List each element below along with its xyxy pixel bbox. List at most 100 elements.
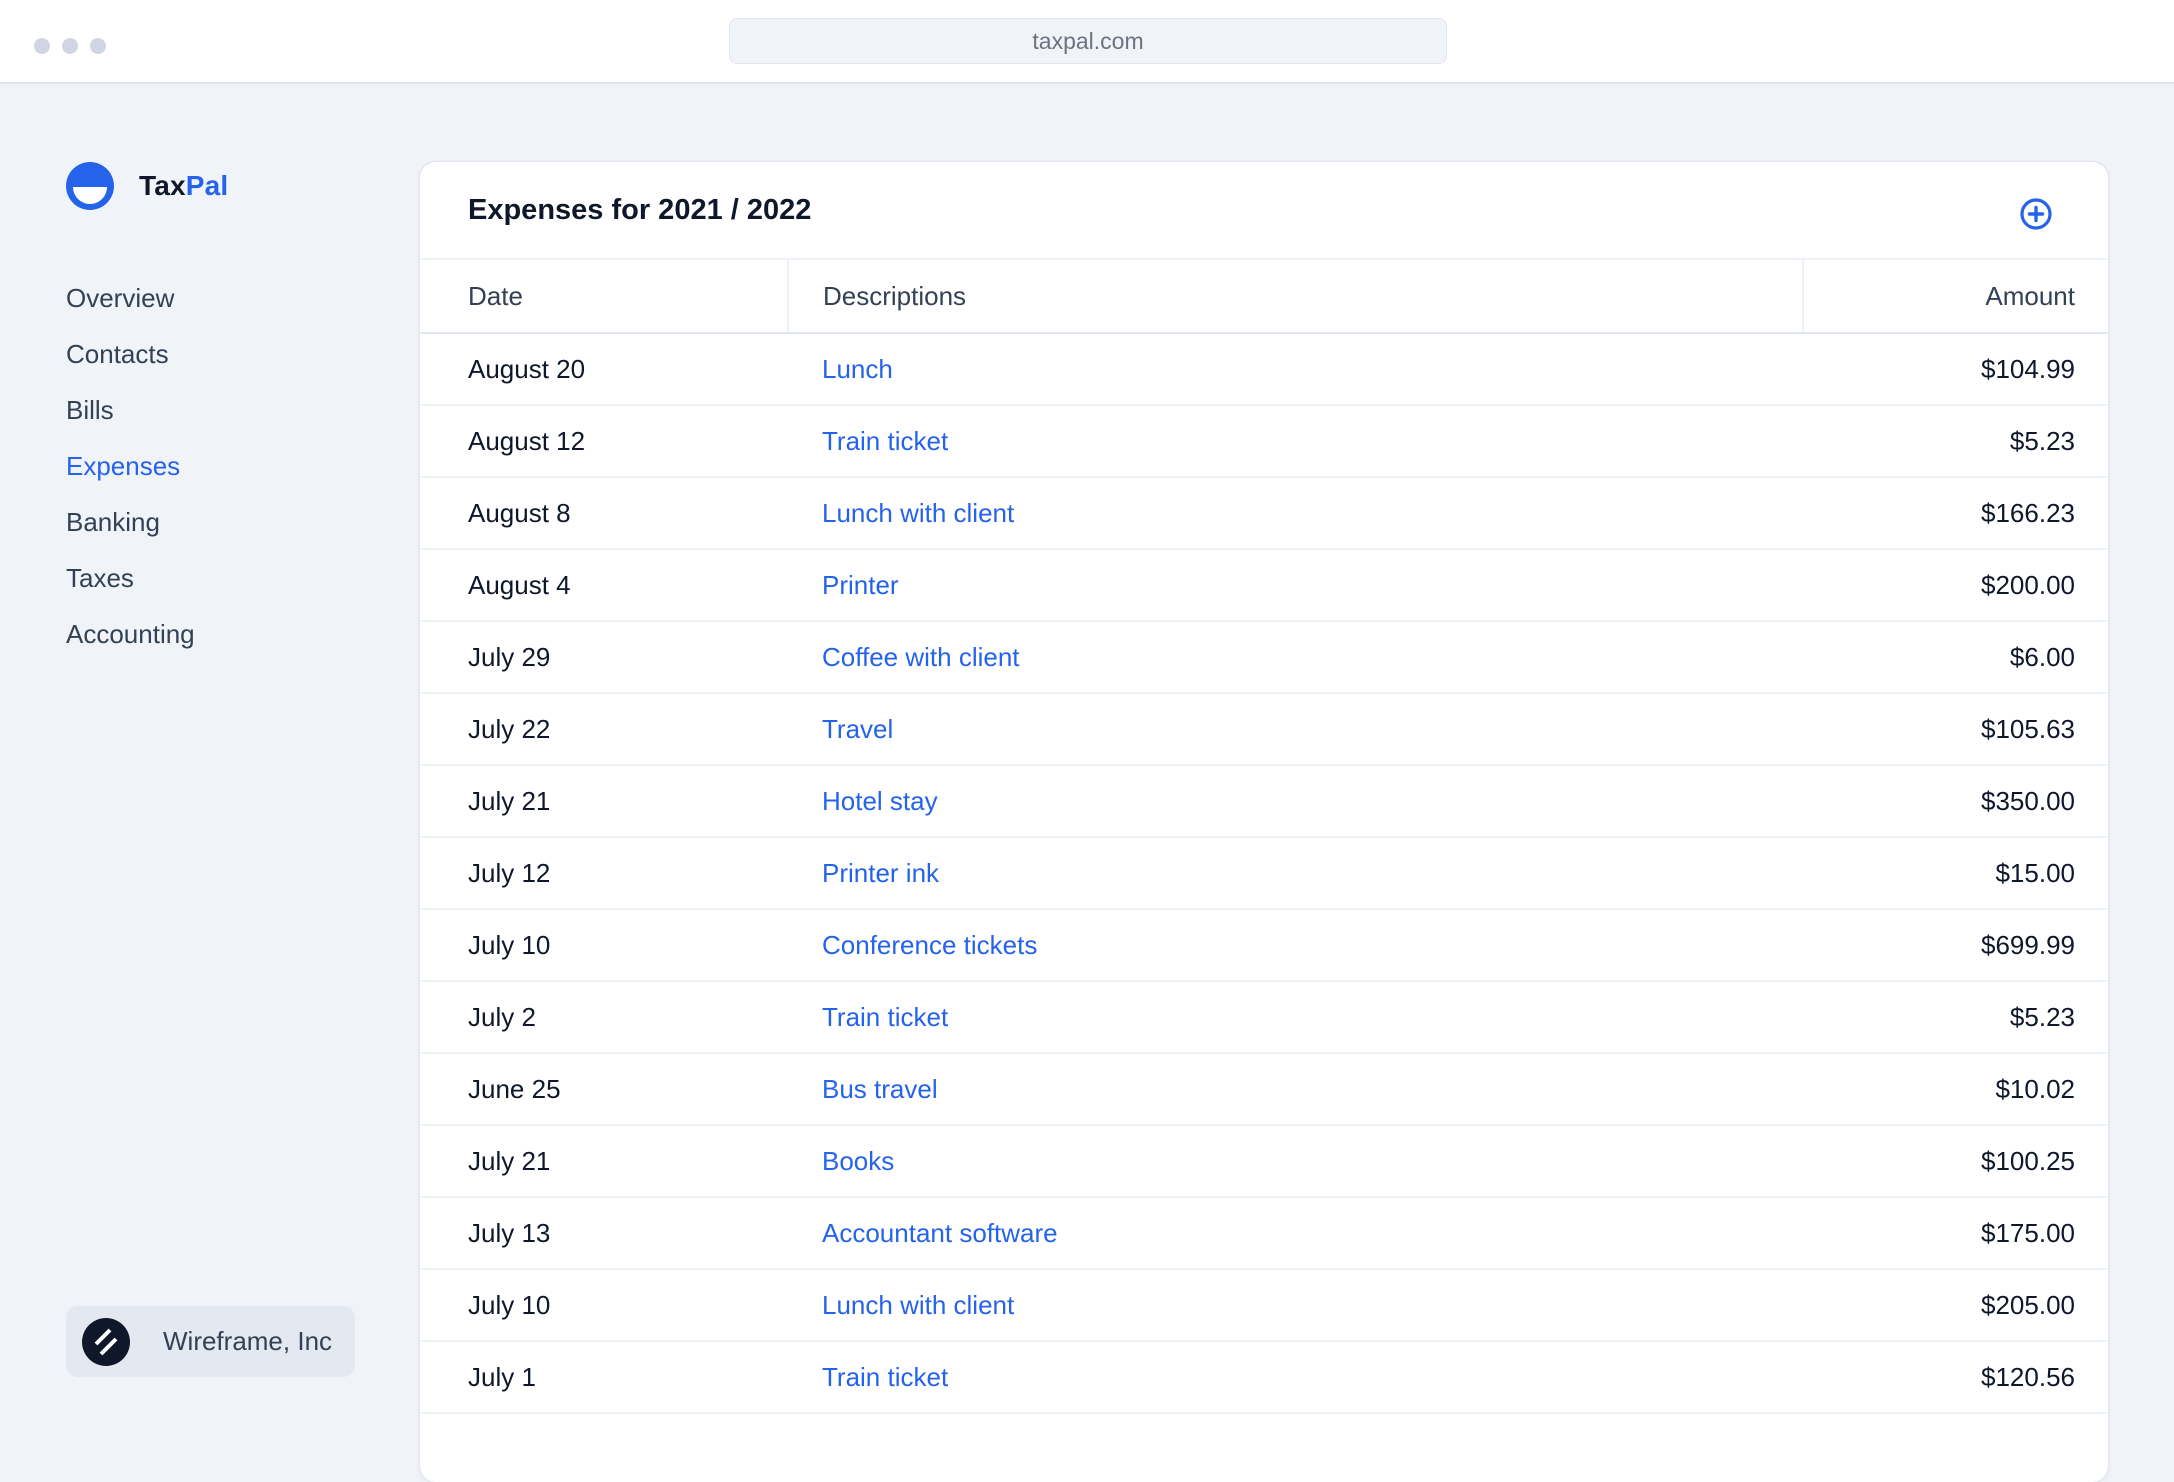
sidebar-item-taxes[interactable]: Taxes (66, 560, 195, 616)
address-bar[interactable]: taxpal.com (729, 18, 1447, 64)
column-header-date[interactable]: Date (420, 260, 789, 334)
table-row[interactable]: July 1 Train ticket $120.56 (420, 1341, 2108, 1414)
window-close-dot[interactable] (34, 38, 50, 54)
row-date: June 25 (420, 1053, 788, 1126)
row-amount: $699.99 (1803, 909, 2108, 982)
sidebar-item-banking[interactable]: Banking (66, 504, 195, 560)
row-description-link[interactable]: Train ticket (822, 1002, 948, 1032)
row-description-cell: Accountant software (788, 1197, 1803, 1270)
row-description-link[interactable]: Lunch with client (822, 1290, 1014, 1320)
row-date: July 10 (420, 1269, 788, 1342)
row-date: July 12 (420, 837, 788, 910)
table-row[interactable]: August 4 Printer $200.00 (420, 549, 2108, 622)
row-date: August 8 (420, 477, 788, 550)
table-row[interactable]: August 20 Lunch $104.99 (420, 333, 2108, 406)
table-row[interactable]: July 29 Coffee with client $6.00 (420, 621, 2108, 694)
row-date: July 2 (420, 981, 788, 1054)
row-description-cell: Travel (788, 693, 1803, 766)
row-date: July 10 (420, 909, 788, 982)
row-date: July 13 (420, 1197, 788, 1270)
row-amount: $105.63 (1803, 693, 2108, 766)
table-row[interactable]: July 10 Conference tickets $699.99 (420, 909, 2108, 982)
row-date: July 21 (420, 765, 788, 838)
row-amount: $175.00 (1803, 1197, 2108, 1270)
row-amount: $15.00 (1803, 837, 2108, 910)
table-row[interactable]: July 21 Books $100.25 (420, 1125, 2108, 1198)
row-description-cell: Train ticket (788, 981, 1803, 1054)
brand[interactable]: TaxPal (66, 162, 228, 210)
row-description-cell: Printer ink (788, 837, 1803, 910)
table-row[interactable]: June 25 Bus travel $10.02 (420, 1053, 2108, 1126)
row-description-link[interactable]: Books (822, 1146, 894, 1176)
wireframe-logo-icon (82, 1317, 130, 1366)
row-amount (1803, 1413, 2108, 1482)
row-description-link[interactable]: Train ticket (822, 1362, 948, 1392)
row-description-cell: Lunch (788, 333, 1803, 406)
row-date: July 1 (420, 1341, 788, 1414)
row-date: August 4 (420, 549, 788, 622)
row-description-cell: Hotel stay (788, 765, 1803, 838)
row-amount: $166.23 (1803, 477, 2108, 550)
address-bar-url: taxpal.com (1032, 27, 1144, 54)
table-row[interactable]: August 8 Lunch with client $166.23 (420, 477, 2108, 550)
plus-circle-icon (2020, 198, 2052, 230)
row-description-link[interactable]: Lunch with client (822, 498, 1014, 528)
row-description-link[interactable]: Conference tickets (822, 930, 1037, 960)
page-title: Expenses for 2021 / 2022 (468, 194, 812, 226)
sidebar-item-overview[interactable]: Overview (66, 280, 195, 336)
row-description-link[interactable]: Lunch (822, 354, 893, 384)
row-date: July 22 (420, 693, 788, 766)
card-header: Expenses for 2021 / 2022 (420, 162, 2108, 260)
add-expense-button[interactable] (2019, 197, 2053, 231)
row-description-cell: Lunch with client (788, 477, 1803, 550)
browser-toolbar: taxpal.com (0, 0, 2174, 84)
row-amount: $120.56 (1803, 1341, 2108, 1414)
row-description-cell: Train ticket (788, 405, 1803, 478)
window-maximize-dot[interactable] (90, 38, 106, 54)
table-row[interactable]: August 12 Train ticket $5.23 (420, 405, 2108, 478)
row-date: August 12 (420, 405, 788, 478)
table-row[interactable]: July 22 Travel $105.63 (420, 693, 2108, 766)
row-description-cell: Train ticket (788, 1341, 1803, 1414)
brand-name: TaxPal (139, 170, 229, 201)
sidebar-item-expenses[interactable]: Expenses (66, 448, 195, 504)
row-description-cell: Coffee with client (788, 621, 1803, 694)
row-description-cell: Printer (788, 549, 1803, 622)
column-header-description[interactable]: Descriptions (788, 260, 1803, 334)
row-amount: $6.00 (1803, 621, 2108, 694)
row-description-link[interactable]: Printer ink (822, 858, 939, 888)
table-row[interactable]: July 2 Train ticket $5.23 (420, 981, 2108, 1054)
row-description-link[interactable]: Printer (822, 570, 899, 600)
row-date (420, 1413, 788, 1482)
row-description-link[interactable]: Hotel stay (822, 786, 938, 816)
row-description-link[interactable]: Accountant software (822, 1218, 1058, 1248)
expenses-card: Expenses for 2021 / 2022 Date Descriptio… (420, 162, 2108, 1482)
row-amount: $200.00 (1803, 549, 2108, 622)
row-amount: $350.00 (1803, 765, 2108, 838)
sidebar-nav: Overview Contacts Bills Expenses Banking… (66, 280, 195, 672)
company-switcher[interactable]: Wireframe, Inc (66, 1306, 355, 1377)
table-header-row: Date Descriptions Amount (420, 260, 2108, 334)
row-amount: $104.99 (1803, 333, 2108, 406)
row-description-link[interactable]: Travel (822, 714, 893, 744)
window-minimize-dot[interactable] (62, 38, 78, 54)
row-description-cell: Bus travel (788, 1053, 1803, 1126)
row-amount: $5.23 (1803, 405, 2108, 478)
row-amount: $10.02 (1803, 1053, 2108, 1126)
table-row[interactable]: July 10 Lunch with client $205.00 (420, 1269, 2108, 1342)
row-amount: $205.00 (1803, 1269, 2108, 1342)
row-description-link[interactable]: Bus travel (822, 1074, 938, 1104)
row-description-cell: Lunch with client (788, 1269, 1803, 1342)
row-description-link[interactable]: Train ticket (822, 426, 948, 456)
sidebar-item-bills[interactable]: Bills (66, 392, 195, 448)
sidebar-item-contacts[interactable]: Contacts (66, 336, 195, 392)
row-description-link[interactable]: Coffee with client (822, 642, 1020, 672)
table-row[interactable]: July 13 Accountant software $175.00 (420, 1197, 2108, 1270)
column-header-amount[interactable]: Amount (1802, 260, 2108, 334)
table-row[interactable]: July 12 Printer ink $15.00 (420, 837, 2108, 910)
row-description-cell: Books (788, 1125, 1803, 1198)
sidebar-item-accounting[interactable]: Accounting (66, 616, 195, 672)
table-row[interactable] (420, 1413, 2108, 1482)
table-row[interactable]: July 21 Hotel stay $350.00 (420, 765, 2108, 838)
row-date: July 29 (420, 621, 788, 694)
